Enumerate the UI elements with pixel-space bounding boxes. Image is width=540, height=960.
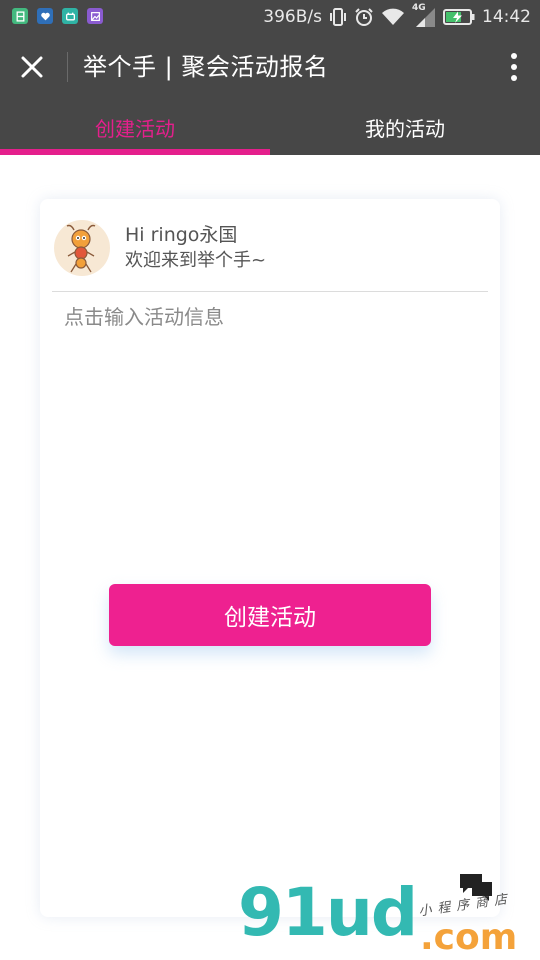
- wifi-icon: [382, 8, 404, 25]
- purple-gallery-icon: [87, 8, 103, 24]
- net-speed: 396B/s: [263, 7, 322, 27]
- cell-signal: 4G: [412, 3, 436, 28]
- ant-avatar-icon: [66, 224, 96, 273]
- welcome-message: 欢迎来到举个手~: [125, 250, 267, 271]
- page-title: 举个手 | 聚会活动报名: [83, 53, 329, 81]
- title-bar: 举个手 | 聚会活动报名: [0, 34, 540, 100]
- create-activity-button[interactable]: 创建活动: [109, 584, 431, 646]
- blue-heart-icon: [37, 8, 53, 24]
- tab-create-activity[interactable]: 创建活动: [0, 100, 270, 155]
- close-icon[interactable]: [16, 51, 48, 83]
- alarm-icon: [355, 8, 373, 26]
- user-greeting: Hi ringo永国: [125, 224, 238, 246]
- create-activity-card: Hi ringo永国 欢迎来到举个手~ 创建活动: [40, 199, 500, 917]
- activity-info-input[interactable]: [52, 297, 488, 567]
- battery-charging-icon: [443, 9, 475, 25]
- tab-bar: 创建活动 我的活动: [0, 100, 540, 155]
- title-divider: [67, 52, 68, 82]
- notification-icons: [12, 8, 103, 24]
- tab-my-activities[interactable]: 我的活动: [270, 100, 540, 155]
- watermark-logo: 91ud: [238, 874, 418, 951]
- divider: [52, 291, 488, 292]
- green-app-icon: [12, 8, 28, 24]
- signal-icon: [416, 8, 435, 27]
- watermark-domain: .com: [420, 917, 518, 958]
- avatar[interactable]: [54, 220, 110, 276]
- status-bar: 396B/s 4G 14:42: [0, 0, 540, 34]
- teal-app-icon: [62, 8, 78, 24]
- more-vertical-icon[interactable]: [508, 51, 520, 83]
- active-tab-indicator: [0, 149, 270, 155]
- clock: 14:42: [482, 7, 531, 27]
- vibrate-icon: [330, 8, 346, 26]
